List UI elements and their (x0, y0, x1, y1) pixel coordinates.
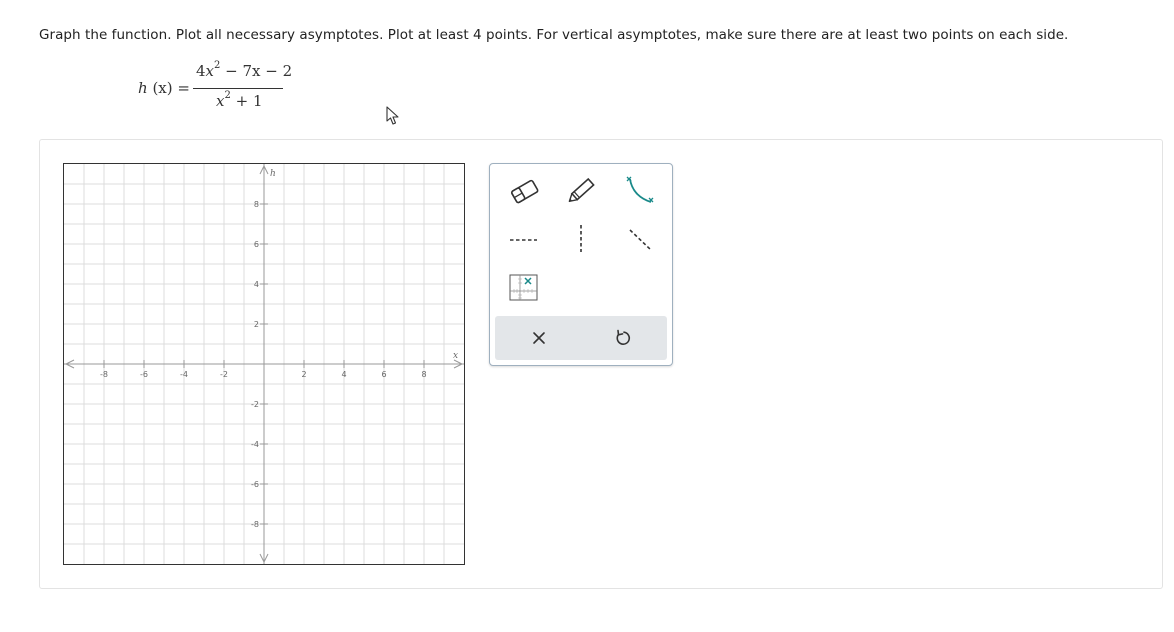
x-tick-label: 2 (301, 370, 306, 379)
curve-icon (621, 172, 661, 208)
curve-tool[interactable] (621, 172, 661, 208)
y-tick-label: 4 (254, 280, 259, 289)
close-icon (519, 332, 559, 358)
x-tick-label: 8 (421, 370, 426, 379)
eraser-tool[interactable] (505, 174, 545, 210)
y-axis-label: h (270, 169, 276, 179)
undo-icon (603, 329, 643, 358)
y-tick-label: 6 (254, 240, 259, 249)
y-tick-label: 2 (254, 320, 259, 329)
toolbar-footer (495, 316, 667, 360)
y-tick-label: -4 (251, 440, 259, 449)
graph-area[interactable]: -8 -6 -4 -2 2 4 6 8 8 6 4 2 -2 -4 -6 -8 x h (63, 163, 465, 569)
x-tick-label: -2 (220, 370, 228, 379)
y-tick-label: -6 (251, 480, 259, 489)
x-tick-label: -6 (140, 370, 148, 379)
fraction-bar (193, 88, 283, 89)
diagonal-dashed-line-icon (621, 222, 661, 258)
eraser-icon (505, 174, 545, 210)
grid-point-icon (505, 270, 545, 306)
y-tick-label: -2 (251, 400, 259, 409)
pencil-icon (562, 172, 602, 208)
vertical-asymptote-tool[interactable] (562, 222, 602, 258)
y-tick-label: -8 (251, 520, 259, 529)
pencil-tool[interactable] (562, 172, 602, 208)
mouse-cursor-icon (385, 106, 401, 130)
clear-button[interactable] (519, 322, 559, 354)
formula-numerator: 4x2 − 7x − 2 (196, 60, 293, 81)
horizontal-dashed-line-icon (505, 224, 545, 260)
x-tick-label: 4 (341, 370, 346, 379)
graphing-toolbar (489, 163, 673, 366)
x-tick-label: 6 (381, 370, 386, 379)
x-axis-label: x (453, 351, 458, 361)
instructions-text: Graph the function. Plot all necessary a… (39, 27, 1069, 43)
formula-denominator: x2 + 1 (216, 90, 263, 111)
y-tick-label: 8 (254, 200, 259, 209)
point-tool[interactable] (505, 270, 545, 306)
x-tick-label: -4 (180, 370, 188, 379)
formula-lhs: h (x) = (138, 79, 190, 97)
oblique-asymptote-tool[interactable] (621, 222, 661, 258)
horizontal-asymptote-tool[interactable] (505, 224, 545, 260)
undo-button[interactable] (603, 322, 643, 354)
x-tick-label: -8 (100, 370, 108, 379)
vertical-dashed-line-icon (562, 222, 602, 258)
